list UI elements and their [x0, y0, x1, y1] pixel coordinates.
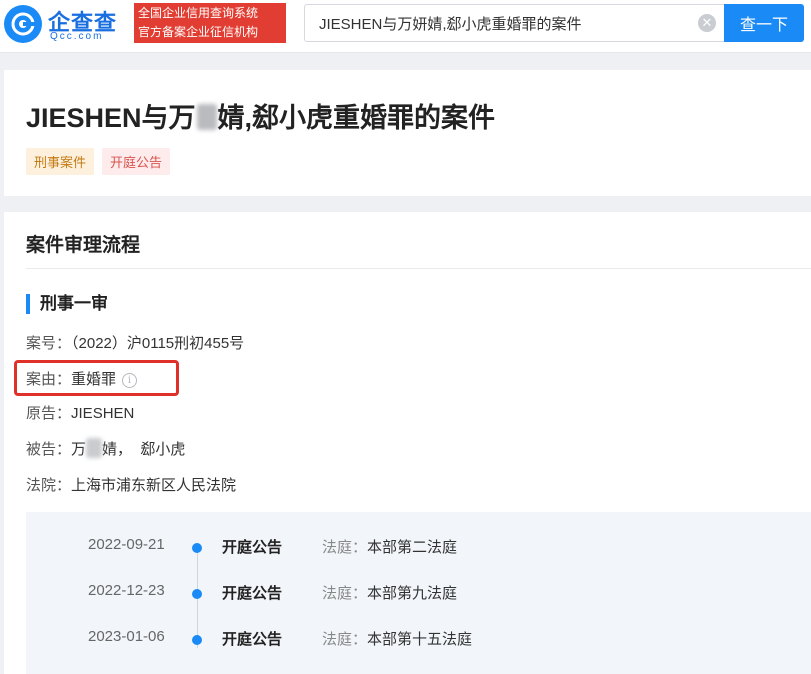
timeline-item: 2022-09-21 开庭公告 法庭：本部第二法庭 — [26, 536, 811, 560]
defendant-label: 被告： — [26, 441, 72, 458]
logo-domain: Qcc.com — [50, 31, 104, 42]
search-box: ✕ — [304, 4, 724, 42]
section-title: 案件审理流程 — [26, 235, 141, 256]
search-button[interactable]: 查一下 — [724, 4, 804, 42]
defendant-1-suffix[interactable]: 婧， — [102, 441, 132, 458]
timeline-date: 2022-12-23 — [88, 582, 165, 599]
timeline-detail-value: 本部第二法庭 — [367, 539, 458, 556]
case-process-card: 案件审理流程 刑事一审 案号：（2022）沪0115刑初455号 案由：重婚罪 i… — [4, 212, 811, 674]
timeline-item: 2022-12-23 开庭公告 法庭：本部第九法庭 — [26, 582, 811, 606]
search-input[interactable] — [317, 5, 701, 41]
timeline-detail: 法庭：本部第二法庭 — [322, 536, 457, 557]
timeline-item: 2023-01-06 开庭公告 法庭：本部第十五法庭 — [26, 628, 811, 652]
timeline-detail-label: 法庭： — [322, 631, 368, 648]
court-row: 法院：上海市浦东新区人民法院 — [26, 474, 236, 495]
cause-row: 案由：重婚罪 i — [26, 368, 138, 389]
timeline-dot-icon — [192, 589, 202, 599]
tag-criminal-case: 刑事案件 — [26, 148, 95, 175]
timeline-event[interactable]: 开庭公告 — [222, 536, 282, 557]
case-tags: 刑事案件 开庭公告 — [26, 148, 171, 175]
page-title: JIESHEN与万 婧,郄小虎重婚罪的案件 — [26, 96, 495, 135]
timeline-dot-icon — [192, 543, 202, 553]
plaintiff-value[interactable]: JIESHEN — [71, 405, 134, 422]
defendant-1-prefix[interactable]: 万 — [71, 441, 86, 458]
defendant-2[interactable]: 郄小虎 — [140, 441, 185, 458]
plaintiff-row: 原告：JIESHEN — [26, 402, 134, 423]
section-divider — [26, 268, 811, 269]
timeline-detail-label: 法庭： — [322, 585, 368, 602]
case-number-label: 案号： — [26, 335, 72, 352]
timeline-date: 2022-09-21 — [88, 536, 165, 553]
clear-icon[interactable]: ✕ — [698, 14, 716, 32]
cause-value: 重婚罪 — [71, 371, 117, 388]
redacted-mask — [86, 438, 103, 458]
logo-mark-icon — [4, 5, 42, 43]
top-bar: 企查查 Qcc.com 全国企业信用查询系统 官方备案企业征信机构 ✕ 查一下 — [0, 0, 811, 53]
timeline-event[interactable]: 开庭公告 — [222, 582, 282, 603]
tag-court-notice: 开庭公告 — [102, 148, 171, 175]
qcc-logo[interactable]: 企查查 Qcc.com — [4, 5, 132, 45]
redacted-mask — [196, 104, 217, 130]
slogan-line-2: 官方备案企业征信机构 — [138, 25, 259, 39]
case-number-value: （2022）沪0115刑初455号 — [71, 335, 245, 352]
info-icon[interactable]: i — [122, 373, 138, 388]
case-number-row: 案号：（2022）沪0115刑初455号 — [26, 332, 244, 353]
title-suffix: 婧,郄小虎重婚罪的案件 — [217, 103, 496, 133]
slogan-line-1: 全国企业信用查询系统 — [138, 6, 259, 20]
plaintiff-label: 原告： — [26, 405, 72, 422]
slogan-badge: 全国企业信用查询系统 官方备案企业征信机构 — [134, 3, 286, 43]
stage-title: 刑事一审 — [26, 294, 108, 314]
timeline-detail-value: 本部第十五法庭 — [367, 631, 473, 648]
timeline-event[interactable]: 开庭公告 — [222, 628, 282, 649]
case-title-card: JIESHEN与万 婧,郄小虎重婚罪的案件 刑事案件 开庭公告 — [4, 70, 811, 196]
timeline-detail-label: 法庭： — [322, 539, 368, 556]
hearing-timeline: 2022-09-21 开庭公告 法庭：本部第二法庭 2022-12-23 开庭公… — [26, 512, 811, 674]
timeline-detail-value: 本部第九法庭 — [367, 585, 458, 602]
court-label: 法院： — [26, 477, 72, 494]
court-value[interactable]: 上海市浦东新区人民法院 — [71, 477, 236, 494]
cause-label: 案由： — [26, 371, 72, 388]
timeline-detail: 法庭：本部第九法庭 — [322, 582, 457, 603]
timeline-date: 2023-01-06 — [88, 628, 165, 645]
timeline-detail: 法庭：本部第十五法庭 — [322, 628, 472, 649]
timeline-dot-icon — [192, 635, 202, 645]
title-prefix: JIESHEN与万 — [26, 103, 196, 133]
defendant-row: 被告：万 婧， 郄小虎 — [26, 438, 185, 459]
